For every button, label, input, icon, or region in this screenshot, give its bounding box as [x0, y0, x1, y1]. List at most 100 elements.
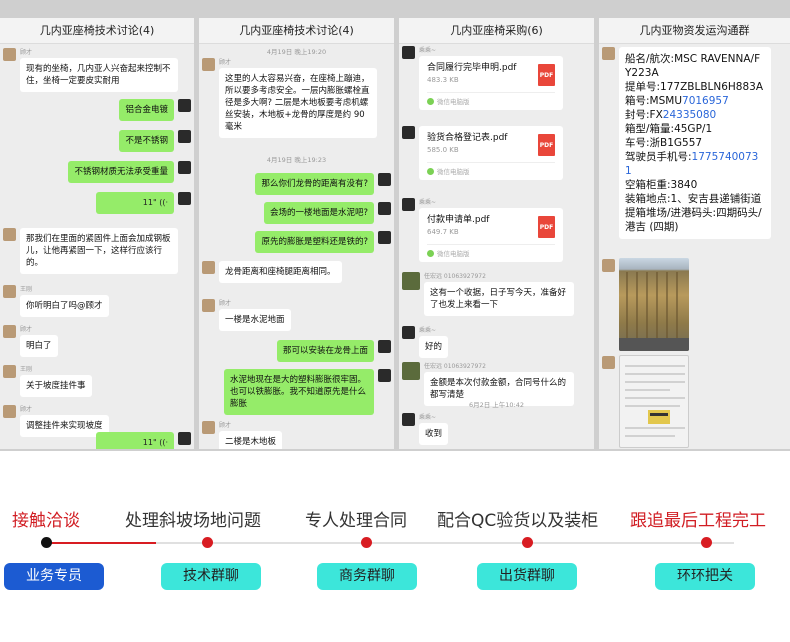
message-bubble[interactable]: 会场的一楼地面是水泥吧? [263, 202, 374, 224]
voice-wave-icon: ((· [159, 198, 168, 207]
sender-name: 顾才 [20, 49, 33, 56]
message-left: 乘乘~ 收到 [402, 413, 452, 445]
avatar [402, 362, 420, 380]
message-left: 顾才 这里的人太容易兴奋，在座椅上蹦迪，所以要多考虑安全。一层内膨胀螺栓直径是多… [202, 58, 381, 138]
message-bubble[interactable]: 不是不锈钢 [119, 130, 174, 152]
message-bubble[interactable]: 水泥地现在是大的塑料膨胀很牢固。也可以铁膨胀。我不知道原先是什么膨胀 [224, 369, 374, 415]
avatar [402, 46, 415, 59]
message-bubble[interactable]: 明白了 [20, 335, 58, 357]
voice-message: 11" ((· [92, 432, 191, 449]
file-source: 微信电脑版 [437, 98, 470, 106]
sender-name: 顾才 [20, 406, 33, 413]
message-bubble[interactable]: 关于坡度挂件事 [20, 375, 92, 397]
message-bubble[interactable]: 不锈钢材质无法承受重量 [68, 161, 174, 183]
wechat-icon [427, 167, 434, 175]
message-bubble[interactable]: 现有的坐椅，几内亚人兴奋起来控制不住，坐椅一定要皮实耐用 [20, 58, 178, 92]
wechat-icon [427, 249, 434, 257]
step-label-2: 处理斜坡场地问题 [125, 511, 261, 531]
sender-name: 乘乘~ [419, 47, 437, 54]
sender-name: 王刚 [20, 286, 33, 293]
message-bubble[interactable]: 那可以安装在龙骨上面 [276, 340, 374, 362]
info-line-vessel: 船名/航次:MSC RAVENNA/FY223A [625, 53, 761, 79]
file-message: 验货合格登记表.pdf 585.0 KB PDF 微信电脑版 [402, 126, 567, 180]
document-image [625, 365, 685, 437]
message-bubble[interactable]: 那么你们龙骨的距离有没有? [255, 173, 374, 195]
voice-message: 11" ((· [92, 192, 191, 214]
process-steps [0, 451, 790, 642]
step-dot-3 [361, 537, 372, 548]
file-size: 649.7 KB [427, 228, 459, 236]
message-left: 任宏远 01063927972 这有一个收据，日子写今天，准备好了也发上来看一下 [402, 272, 578, 316]
message-bubble[interactable]: 这有一个收据，日子写今天，准备好了也发上来看一下 [424, 282, 574, 316]
message-left: 船名/航次:MSC RAVENNA/FY223A 提单号:177ZBLBLN6H… [602, 47, 775, 239]
avatar [402, 272, 420, 290]
chat-panel-3: 几内亚座椅采购(6) 乘乘~ 合同履行完毕申明.pdf 483.3 KB PDF… [399, 18, 594, 449]
avatar [3, 48, 16, 61]
step-pill-shipping[interactable]: 出货群聊 [477, 563, 577, 590]
pdf-file-card[interactable]: 验货合格登记表.pdf 585.0 KB PDF 微信电脑版 [419, 126, 563, 180]
sender-name: 任宏远 01063927972 [424, 363, 486, 370]
avatar [402, 198, 415, 211]
message-right: 铝合金电镀 [115, 99, 191, 121]
message-left: 顾才 明白了 [3, 325, 62, 357]
message-bubble[interactable]: 铝合金电镀 [119, 99, 174, 121]
container-photo[interactable] [619, 258, 689, 351]
message-right: 不锈钢材质无法承受重量 [64, 161, 191, 183]
avatar [378, 231, 391, 244]
timestamp: 6月2日 上午10:42 [468, 401, 525, 409]
message-left: 顾才 现有的坐椅，几内亚人兴奋起来控制不住，坐椅一定要皮实耐用 [3, 48, 182, 92]
timeline-line-grey [156, 542, 734, 544]
info-line-driver: 驾驶员手机号:17757400731 [625, 151, 759, 177]
message-bubble[interactable]: 收到 [419, 423, 449, 445]
message-right: 那么你们龙骨的距离有没有? [251, 173, 391, 195]
message-right: 会场的一楼地面是水泥吧? [260, 202, 391, 224]
message-bubble[interactable]: 这里的人太容易兴奋，在座椅上蹦迪，所以要多考虑安全。一层内膨胀螺栓直径是多大啊?… [219, 68, 377, 138]
voice-duration: 11" [142, 198, 157, 207]
sender-name: 乘乘~ [419, 414, 437, 421]
message-left: 那我们在里面的紧固件上面会加成钢板儿，让他再紧固一下，这样行应该行的。 [3, 228, 182, 274]
screenshots-area: 几内亚座椅技术讨论(4) 顾才 现有的坐椅，几内亚人兴奋起来控制不住，坐椅一定要… [0, 0, 790, 451]
avatar [3, 365, 16, 378]
avatar [602, 356, 615, 369]
sender-name: 顾才 [219, 422, 232, 429]
step-pill-sales[interactable]: 业务专员 [4, 563, 104, 590]
sender-name: 乘乘~ [419, 327, 437, 334]
chat-panel-4: 几内亚物资发运沟通群 船名/航次:MSC RAVENNA/FY223A 提单号:… [599, 18, 790, 449]
document-photo[interactable] [619, 355, 689, 448]
step-dot-2 [202, 537, 213, 548]
message-right: 不是不锈钢 [115, 130, 191, 152]
message-bubble[interactable]: 一楼是水泥地面 [219, 309, 291, 331]
file-size: 483.3 KB [427, 76, 459, 84]
file-message: 乘乘~ 合同履行完毕申明.pdf 483.3 KB PDF 微信电脑版 [402, 46, 567, 110]
step-pill-tech[interactable]: 技术群聊 [161, 563, 261, 590]
avatar [178, 130, 191, 143]
pdf-icon: PDF [538, 134, 555, 156]
voice-bubble[interactable]: 11" ((· [96, 192, 174, 214]
avatar [178, 99, 191, 112]
step-label-5: 跟追最后工程完工 [630, 511, 766, 531]
step-pill-business[interactable]: 商务群聊 [317, 563, 417, 590]
avatar [378, 369, 391, 382]
chat-title: 几内亚物资发运沟通群 [599, 18, 790, 44]
message-bubble[interactable]: 原先的膨胀是塑料还是铁的? [255, 231, 374, 253]
message-bubble[interactable]: 你听明白了吗@顾才 [20, 295, 109, 317]
file-source: 微信电脑版 [437, 250, 470, 258]
pdf-file-card[interactable]: 付款申请单.pdf 649.7 KB PDF 微信电脑版 [419, 208, 563, 262]
pdf-file-card[interactable]: 合同履行完毕申明.pdf 483.3 KB PDF 微信电脑版 [419, 56, 563, 110]
message-left: 龙骨距离和座椅腿距离相同。 [202, 261, 346, 283]
avatar [402, 326, 415, 339]
file-source: 微信电脑版 [437, 168, 470, 176]
message-bubble[interactable]: 好的 [419, 336, 449, 358]
message-bubble[interactable]: 龙骨距离和座椅腿距离相同。 [219, 261, 342, 283]
message-bubble[interactable]: 那我们在里面的紧固件上面会加成钢板儿，让他再紧固一下，这样行应该行的。 [20, 228, 178, 274]
voice-bubble[interactable]: 11" ((· [96, 432, 174, 449]
avatar [602, 259, 615, 272]
chat-panel-2: 几内亚座椅技术讨论(4) 4月19日 晚上19:20 顾才 这里的人太容易兴奋，… [199, 18, 394, 449]
step-pill-control[interactable]: 环环把关 [655, 563, 755, 590]
avatar [402, 126, 415, 139]
avatar [202, 299, 215, 312]
message-bubble[interactable]: 二楼是木地板 [219, 431, 283, 449]
timeline-line-red [46, 542, 156, 544]
avatar [378, 202, 391, 215]
shipping-info-bubble[interactable]: 船名/航次:MSC RAVENNA/FY223A 提单号:177ZBLBLN6H… [619, 47, 771, 239]
